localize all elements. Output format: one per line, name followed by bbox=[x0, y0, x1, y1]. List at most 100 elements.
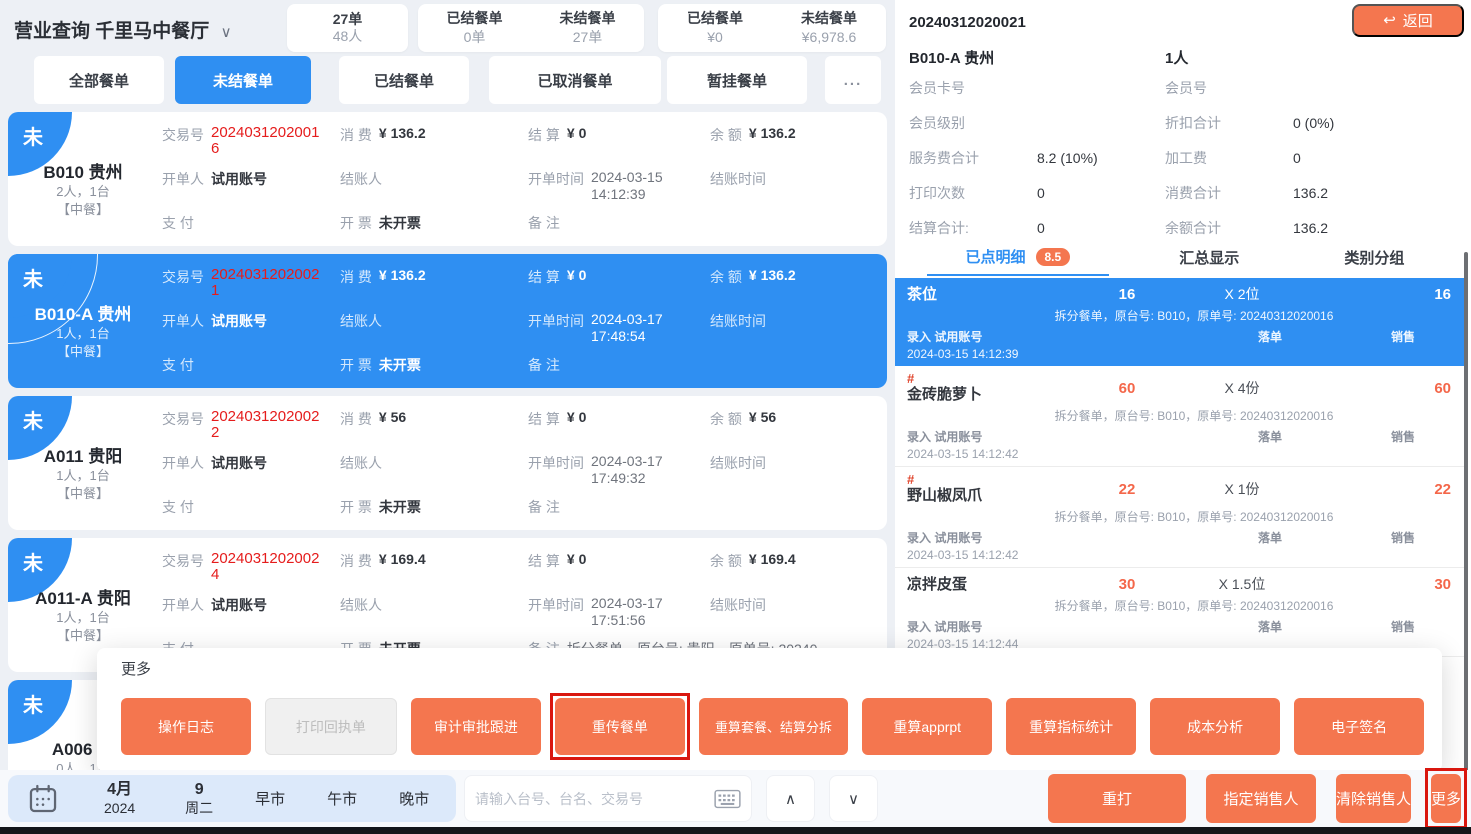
settle-value: ¥ 0 bbox=[566, 125, 587, 141]
bottom-action-button[interactable]: 清除销售人 bbox=[1335, 774, 1411, 823]
open-time-value: 2024-03-17 17:51:56 bbox=[591, 595, 663, 628]
settle-label: 结 算 bbox=[528, 411, 560, 427]
closer-label: 结账人 bbox=[340, 171, 382, 187]
stat-label: 已结餐单 bbox=[446, 10, 503, 26]
table-name: B010-A 贵州 bbox=[34, 304, 132, 324]
detail-tab[interactable]: 汇总显示 bbox=[1127, 246, 1292, 276]
detail-tab[interactable]: 类别分组 bbox=[1292, 246, 1457, 276]
close-time-label: 结账时间 bbox=[710, 597, 766, 613]
back-button[interactable]: ↩ 返回 bbox=[1352, 4, 1464, 37]
ordered-item-row[interactable]: 凉拌皮蛋 30 X 1.5位 30 拆分餐单，原台号: B010，原单号: 20… bbox=[895, 568, 1465, 657]
detail-info-label: 结算合计: bbox=[909, 219, 969, 236]
balance-label: 余 额 bbox=[710, 411, 742, 427]
opener-label: 开单人 bbox=[162, 455, 204, 471]
item-entry-account: 录入 试用账号 bbox=[907, 330, 983, 344]
page-up-button[interactable]: ∧ bbox=[766, 775, 815, 822]
date-widget[interactable]: 4月 2024 9 周二 早市 午市 晚市 bbox=[8, 775, 456, 822]
detail-scrollbar[interactable] bbox=[1464, 252, 1468, 772]
popup-title: 更多 bbox=[121, 661, 152, 678]
detail-info-label: 消费合计 bbox=[1165, 184, 1221, 201]
popup-action-button[interactable]: 操作日志 bbox=[121, 698, 251, 755]
item-name: 凉拌皮蛋 bbox=[907, 575, 968, 593]
stat-box-order-status: 已结餐单 0单 未结餐单 27单 bbox=[418, 4, 644, 52]
txn-number: 20240312020024 bbox=[211, 551, 320, 583]
popup-action-button[interactable]: 重传餐单 bbox=[549, 693, 690, 760]
popup-action-button[interactable]: 重算apprpt bbox=[862, 698, 993, 755]
filter-tab[interactable]: 未结餐单 bbox=[175, 56, 311, 104]
opener-label: 开单人 bbox=[162, 171, 204, 187]
popup-action-button[interactable]: 打印回执单 bbox=[264, 698, 397, 755]
popup-action-button[interactable]: 重算套餐、结算分拆 bbox=[698, 698, 849, 755]
order-card[interactable]: 未 B010-A 贵州 1人，1台 【中餐】 交易号 2024031202002… bbox=[8, 254, 887, 388]
popup-action-button[interactable]: 电子签名 bbox=[1294, 698, 1425, 755]
market-period-button[interactable]: 晚市 bbox=[399, 788, 429, 809]
filter-tab[interactable]: ... bbox=[825, 56, 881, 104]
detail-info-field: 折扣合计 0 (0%) bbox=[1165, 105, 1457, 140]
popup-action-button[interactable]: 审计审批跟进 bbox=[410, 698, 541, 755]
bottom-action-button[interactable]: 更多 bbox=[1424, 768, 1468, 829]
close-time-label: 结账时间 bbox=[710, 171, 766, 187]
balance-label: 余 额 bbox=[710, 269, 742, 285]
invoice-value: 未开票 bbox=[378, 215, 421, 231]
detail-info-label: 余额合计 bbox=[1165, 219, 1221, 236]
calendar-icon[interactable] bbox=[26, 782, 60, 816]
taskbar-strip bbox=[0, 827, 1471, 834]
order-card[interactable]: 未 A011 贵阳 1人，1台 【中餐】 交易号 20240312020022 … bbox=[8, 396, 887, 530]
market-period-button[interactable]: 早市 bbox=[255, 788, 285, 809]
detail-table-name: B010-A 贵州 bbox=[909, 50, 995, 67]
item-name: 野山椒凤爪 bbox=[907, 487, 983, 504]
ordered-item-row[interactable]: # 野山椒凤爪 22 X 1份 22 拆分餐单，原台号: B010，原单号: 2… bbox=[895, 467, 1465, 568]
consume-value: ¥ 169.4 bbox=[378, 551, 426, 567]
note-label: 备 注 bbox=[528, 215, 560, 231]
pay-label: 支 付 bbox=[162, 215, 194, 231]
filter-tab-label: ... bbox=[843, 71, 863, 89]
item-split-note: 拆分餐单，原台号: B010，原单号: 20240312020016 bbox=[1054, 409, 1334, 423]
item-drop-label: 落单 bbox=[1257, 330, 1282, 344]
settle-value: ¥ 0 bbox=[566, 267, 587, 283]
search-input[interactable] bbox=[475, 790, 714, 807]
consume-label: 消 费 bbox=[340, 411, 372, 427]
market-period-button[interactable]: 午市 bbox=[327, 788, 357, 809]
popup-button-row: 操作日志 打印回执单 审计审批跟进 重传餐单 重算套餐、结算分拆 重算apprp… bbox=[121, 693, 1425, 760]
txn-label: 交易号 bbox=[162, 269, 204, 285]
consume-value: ¥ 136.2 bbox=[378, 125, 426, 141]
stat-value: 27单 bbox=[572, 29, 603, 45]
open-time-label: 开单时间 bbox=[528, 455, 584, 471]
filter-tab[interactable]: 全部餐单 bbox=[34, 56, 164, 104]
order-fields: 交易号 20240312020021 消 费 ¥ 136.2 结 算 ¥ 0 余… bbox=[158, 254, 887, 388]
detail-info-field: 余额合计 136.2 bbox=[1165, 210, 1457, 245]
stat-value: ¥0 bbox=[707, 29, 723, 45]
keyboard-icon[interactable] bbox=[714, 788, 741, 810]
date-year: 2024 bbox=[104, 799, 136, 816]
item-split-note: 拆分餐单，原台号: B010，原单号: 20240312020016 bbox=[1054, 309, 1334, 323]
page-title[interactable]: 营业查询 千里马中餐厅 ∨ bbox=[14, 16, 232, 43]
table-category: 【中餐】 bbox=[56, 343, 109, 359]
page-down-button[interactable]: ∨ bbox=[829, 775, 878, 822]
ordered-item-row[interactable]: 茶位 16 X 2位 16 拆分餐单，原台号: B010，原单号: 202403… bbox=[895, 278, 1465, 366]
detail-tab[interactable]: 已点明细 8.5 bbox=[927, 246, 1109, 276]
item-split-note: 拆分餐单，原台号: B010，原单号: 20240312020016 bbox=[1054, 510, 1334, 524]
detail-info-value: 0 bbox=[1037, 219, 1045, 236]
ordered-item-row[interactable]: # 金砖脆萝卜 60 X 4份 60 拆分餐单，原台号: B010，原单号: 2… bbox=[895, 366, 1465, 467]
date-weekday: 周二 bbox=[185, 799, 214, 816]
detail-info-label: 加工费 bbox=[1165, 149, 1207, 166]
item-entry-account: 录入 试用账号 bbox=[907, 531, 983, 545]
invoice-label: 开 票 bbox=[340, 215, 372, 231]
balance-label: 余 额 bbox=[710, 553, 742, 569]
item-drop-label: 落单 bbox=[1257, 430, 1282, 444]
order-card[interactable]: 未 B010 贵州 2人，1台 【中餐】 交易号 20240312020016 … bbox=[8, 112, 887, 246]
popup-action-button[interactable]: 成本分析 bbox=[1150, 698, 1281, 755]
detail-tab-label: 汇总显示 bbox=[1179, 250, 1240, 267]
filter-tab[interactable]: 已结餐单 bbox=[339, 56, 469, 104]
filter-tab[interactable]: 已取消餐单 bbox=[489, 56, 661, 104]
detail-info-field: 加工费 0 bbox=[1165, 140, 1457, 175]
stat-label: 已结餐单 bbox=[687, 10, 743, 26]
item-entry-time: 2024-03-15 14:12:42 bbox=[907, 447, 1019, 461]
bottom-action-button[interactable]: 指定销售人 bbox=[1205, 774, 1316, 823]
filter-tab[interactable]: 暂挂餐单 bbox=[667, 56, 807, 104]
item-entry-time: 2024-03-15 14:12:42 bbox=[907, 548, 1019, 562]
item-price: 16 bbox=[1118, 285, 1136, 303]
opener-label: 开单人 bbox=[162, 313, 204, 329]
bottom-action-button[interactable]: 重打 bbox=[1047, 774, 1186, 823]
popup-action-button[interactable]: 重算指标统计 bbox=[1006, 698, 1137, 755]
